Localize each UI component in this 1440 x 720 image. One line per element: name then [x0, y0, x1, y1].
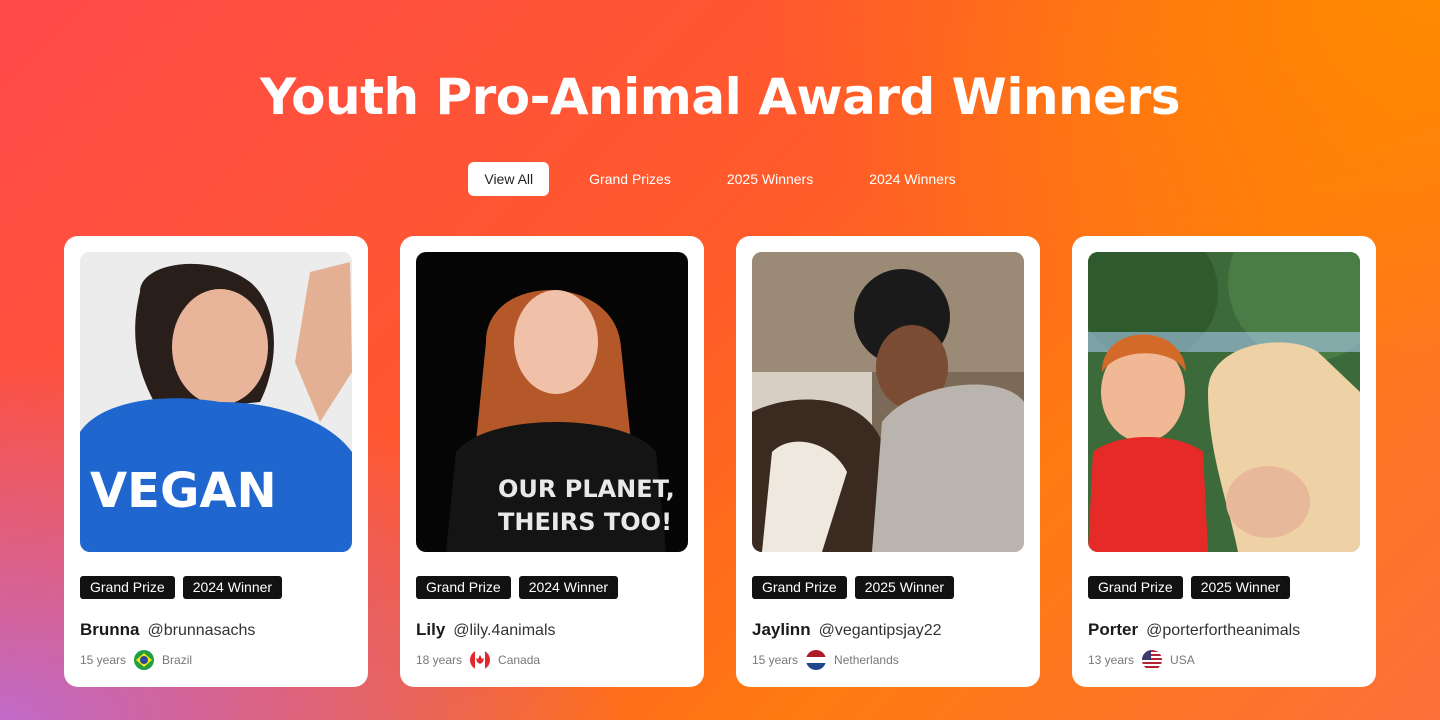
winner-age: 18 years: [416, 653, 463, 667]
badge-year-winner: 2025 Winner: [1190, 576, 1291, 599]
winner-photo: VEGAN: [80, 252, 352, 552]
winner-handle[interactable]: @brunnasachs: [148, 622, 256, 640]
filter-view-all[interactable]: View All: [468, 162, 550, 196]
usa-flag-icon: [1142, 650, 1163, 670]
winner-country: USA: [1170, 653, 1195, 667]
winner-card-brunna[interactable]: VEGAN Grand Prize 2024 Winner Brunna @br…: [64, 236, 368, 687]
brazil-flag-icon: [134, 650, 155, 670]
winner-photo: OUR PLANET, THEIRS TOO!: [416, 252, 688, 552]
canada-flag-icon: [470, 650, 491, 670]
winner-country: Netherlands: [834, 653, 899, 667]
winner-card-lily[interactable]: OUR PLANET, THEIRS TOO! Grand Prize 2024…: [400, 236, 704, 687]
badge-year-winner: 2025 Winner: [854, 576, 955, 599]
winner-name: Porter: [1088, 620, 1139, 639]
winner-card-jaylinn[interactable]: Grand Prize 2025 Winner Jaylinn @veganti…: [736, 236, 1040, 687]
shirt-text: VEGAN: [90, 463, 277, 519]
filter-grand-prizes[interactable]: Grand Prizes: [573, 162, 687, 196]
winner-country: Brazil: [162, 653, 193, 667]
badge-year-winner: 2024 Winner: [182, 576, 283, 599]
badge-grand-prize: Grand Prize: [80, 576, 175, 599]
winner-photo: [1088, 252, 1360, 552]
winner-photo: [752, 252, 1024, 552]
winner-name: Jaylinn: [752, 620, 811, 639]
shirt-text: OUR PLANET,: [498, 475, 675, 503]
netherlands-flag-icon: [806, 650, 827, 670]
winner-name: Brunna: [80, 620, 140, 639]
winner-name: Lily: [416, 620, 446, 639]
filter-tabs: View All Grand Prizes 2025 Winners 2024 …: [0, 162, 1440, 196]
badge-grand-prize: Grand Prize: [1088, 576, 1183, 599]
page-title: Youth Pro-Animal Award Winners: [260, 68, 1181, 126]
winner-age: 13 years: [1088, 653, 1135, 667]
shirt-text: THEIRS TOO!: [498, 508, 672, 536]
winner-handle[interactable]: @lily.4animals: [453, 622, 555, 640]
winner-age: 15 years: [752, 653, 799, 667]
winner-handle[interactable]: @vegantipsjay22: [819, 622, 942, 640]
badge-year-winner: 2024 Winner: [518, 576, 619, 599]
filter-2024-winners[interactable]: 2024 Winners: [853, 162, 971, 196]
winner-cards: VEGAN Grand Prize 2024 Winner Brunna @br…: [64, 236, 1376, 687]
badge-grand-prize: Grand Prize: [752, 576, 847, 599]
badge-grand-prize: Grand Prize: [416, 576, 511, 599]
winner-country: Canada: [498, 653, 541, 667]
filter-2025-winners[interactable]: 2025 Winners: [711, 162, 829, 196]
winner-card-porter[interactable]: Grand Prize 2025 Winner Porter @porterfo…: [1072, 236, 1376, 687]
winner-age: 15 years: [80, 653, 127, 667]
winner-handle[interactable]: @porterfortheanimals: [1146, 622, 1300, 640]
